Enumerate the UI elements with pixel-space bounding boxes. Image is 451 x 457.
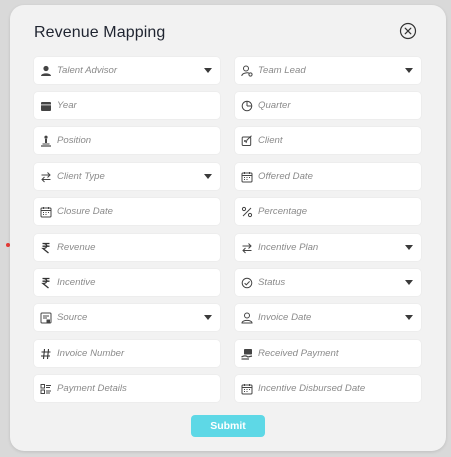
closure-date-label: Closure Date (57, 206, 113, 217)
invoice-date-label: Invoice Date (258, 312, 312, 323)
source-list-icon (39, 311, 53, 325)
chevron-down-icon (405, 315, 413, 320)
rupee-icon (39, 241, 53, 255)
client-type-label: Client Type (57, 171, 105, 182)
hash-icon (39, 347, 53, 361)
quarter-label: Quarter (258, 100, 291, 111)
close-icon[interactable] (399, 22, 417, 40)
rupee-icon (39, 276, 53, 290)
calendar-icon (240, 382, 254, 396)
calendar-icon (39, 205, 53, 219)
position-label: Position (57, 135, 92, 146)
percent-icon (240, 205, 254, 219)
team-lead-select[interactable]: Team Lead (235, 57, 421, 84)
quarter-input[interactable]: Quarter (235, 92, 421, 119)
talent-advisor-label: Talent Advisor (57, 65, 118, 76)
client-type-select[interactable]: Client Type (34, 163, 220, 190)
incentive-input[interactable]: Incentive (34, 269, 220, 296)
team-lead-label: Team Lead (258, 65, 306, 76)
chevron-down-icon (405, 68, 413, 73)
chevron-down-icon (204, 315, 212, 320)
incentive-disbursed-date-label: Incentive Disbursed Date (258, 383, 366, 394)
submit-button[interactable]: Submit (191, 415, 265, 437)
modal-title: Revenue Mapping (34, 24, 166, 41)
invoice-number-input[interactable]: Invoice Number (34, 340, 220, 367)
payment-details-input[interactable]: Payment Details (34, 375, 220, 402)
client-input[interactable]: Client (235, 127, 421, 154)
source-label: Source (57, 312, 88, 323)
year-input[interactable]: Year (34, 92, 220, 119)
incentive-plan-label: Incentive Plan (258, 242, 319, 253)
chevron-down-icon (405, 245, 413, 250)
status-label: Status (258, 277, 286, 288)
closure-date-input[interactable]: Closure Date (34, 198, 220, 225)
source-select[interactable]: Source (34, 304, 220, 331)
percentage-input[interactable]: Percentage (235, 198, 421, 225)
user-icon (39, 64, 53, 78)
client-label: Client (258, 135, 283, 146)
payment-details-label: Payment Details (57, 383, 127, 394)
person-icon (240, 311, 254, 325)
invoice-date-select[interactable]: Invoice Date (235, 304, 421, 331)
incentive-disbursed-date-input[interactable]: Incentive Disbursed Date (235, 375, 421, 402)
status-select[interactable]: Status (235, 269, 421, 296)
chevron-down-icon (204, 68, 212, 73)
incentive-label: Incentive (57, 277, 96, 288)
chevron-down-icon (204, 174, 212, 179)
received-payment-input[interactable]: Received Payment (235, 340, 421, 367)
payment-received-icon (240, 347, 254, 361)
percentage-label: Percentage (258, 206, 308, 217)
person-position-icon (39, 134, 53, 148)
revenue-mapping-modal: Revenue Mapping Talent Advisor Team Lead… (10, 5, 446, 451)
position-input[interactable]: Position (34, 127, 220, 154)
incentive-plan-select[interactable]: Incentive Plan (235, 234, 421, 261)
list-details-icon (39, 382, 53, 396)
invoice-number-label: Invoice Number (57, 348, 125, 359)
swap-arrows-icon (39, 170, 53, 184)
offered-date-label: Offered Date (258, 171, 313, 182)
user-settings-icon (240, 64, 254, 78)
client-edit-icon (240, 134, 254, 148)
chevron-down-icon (405, 280, 413, 285)
revenue-input[interactable]: Revenue (34, 234, 220, 261)
offered-date-input[interactable]: Offered Date (235, 163, 421, 190)
pie-clock-icon (240, 99, 254, 113)
received-payment-label: Received Payment (258, 348, 339, 359)
calendar-year-icon (39, 99, 53, 113)
status-check-icon (240, 276, 254, 290)
revenue-label: Revenue (57, 242, 96, 253)
talent-advisor-select[interactable]: Talent Advisor (34, 57, 220, 84)
swap-arrows-icon (240, 241, 254, 255)
year-label: Year (57, 100, 77, 111)
calendar-icon (240, 170, 254, 184)
